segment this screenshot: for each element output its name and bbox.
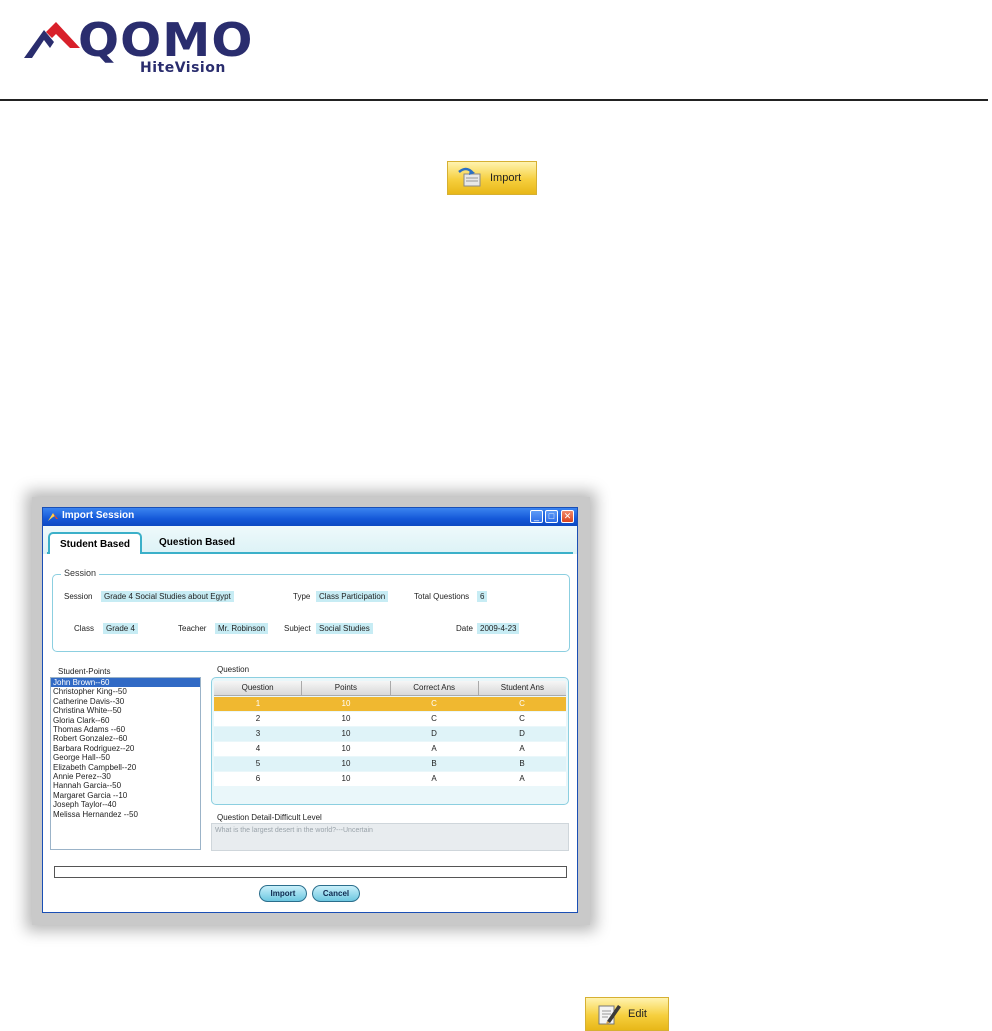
table-cell: B: [519, 759, 525, 768]
table-cell: C: [431, 699, 437, 708]
question-table: Question Points Correct Ans Student Ans …: [211, 677, 569, 805]
type-label: Type: [293, 592, 311, 601]
table-cell: A: [519, 774, 525, 783]
import-toolbar-button[interactable]: Import: [447, 161, 537, 195]
table-cell: 10: [341, 729, 351, 738]
list-item[interactable]: Hannah Garcia--50: [51, 781, 200, 790]
subject-value: Social Studies: [316, 623, 373, 634]
table-cell: 10: [341, 759, 351, 768]
list-item[interactable]: Annie Perez--30: [51, 772, 200, 781]
column-header-correct-ans[interactable]: Correct Ans: [391, 681, 479, 695]
list-item[interactable]: Catherine Davis--30: [51, 697, 200, 706]
column-header-points[interactable]: Points: [302, 681, 391, 695]
table-cell: 10: [341, 714, 351, 723]
import-progress-bar: [54, 866, 567, 878]
logo-mark-icon: [24, 22, 80, 58]
table-row[interactable]: 1 10 C C: [214, 697, 566, 711]
list-item[interactable]: George Hall--50: [51, 753, 200, 762]
logo-subtitle: HiteVision: [140, 60, 226, 76]
import-button[interactable]: Import: [259, 885, 307, 902]
table-cell: 2: [255, 714, 261, 723]
maximize-button[interactable]: □: [545, 510, 558, 523]
qomo-logo: QOMO HiteVision: [22, 13, 262, 76]
total-questions-value: 6: [477, 591, 488, 602]
table-row[interactable]: 5 10 B B: [214, 757, 566, 771]
table-cell: A: [519, 744, 525, 753]
table-cell: B: [431, 759, 437, 768]
column-header-question[interactable]: Question: [214, 681, 303, 695]
question-section-label: Question: [217, 665, 250, 674]
class-value: Grade 4: [103, 623, 138, 634]
list-item[interactable]: Margaret Garcia --10: [51, 791, 200, 800]
table-cell: 1: [255, 699, 261, 708]
total-questions-label: Total Questions: [414, 592, 470, 601]
table-row[interactable]: 4 10 A A: [214, 742, 566, 756]
list-item[interactable]: Gloria Clark--60: [51, 716, 200, 725]
app-icon: [48, 513, 58, 521]
table-cell: 6: [255, 774, 261, 783]
table-cell: D: [519, 729, 525, 738]
date-label: Date: [456, 624, 473, 633]
table-cell: 10: [341, 774, 351, 783]
list-item[interactable]: Melissa Hernandez --50: [51, 810, 200, 819]
student-points-label: Student-Points: [58, 667, 111, 676]
dialog-titlebar[interactable]: Import Session _ □ ✕: [43, 508, 577, 526]
list-item[interactable]: Christina White--50: [51, 706, 200, 715]
table-cell: 10: [341, 699, 351, 708]
date-value: 2009-4-23: [477, 623, 520, 634]
student-points-list[interactable]: John Brown--60 Christopher King--50 Cather…: [50, 677, 201, 850]
session-group: [52, 574, 570, 652]
table-cell: C: [519, 714, 525, 723]
table-cell: 5: [255, 759, 261, 768]
tab-student-based[interactable]: Student Based: [48, 532, 142, 554]
column-header-student-ans[interactable]: Student Ans: [479, 681, 566, 695]
edit-icon: [598, 1005, 621, 1025]
table-row[interactable]: 6 10 A A: [214, 772, 566, 786]
table-cell: 3: [255, 729, 261, 738]
table-cell: A: [431, 774, 437, 783]
edit-toolbar-button[interactable]: Edit: [585, 997, 669, 1031]
list-item[interactable]: Joseph Taylor--40: [51, 800, 200, 809]
list-item[interactable]: Barbara Rodriguez--20: [51, 744, 200, 753]
teacher-value: Mr. Robinson: [215, 623, 269, 634]
header-divider: [0, 99, 988, 101]
table-cell: 4: [255, 744, 261, 753]
import-toolbar-label: Import: [490, 172, 522, 184]
dialog-title: Import Session: [62, 510, 135, 521]
session-value: Grade 4 Social Studies about Egypt: [101, 591, 234, 602]
table-cell: 10: [341, 744, 351, 753]
list-item[interactable]: Elizabeth Campbell--20: [51, 763, 200, 772]
close-button[interactable]: ✕: [561, 510, 574, 523]
list-item[interactable]: Robert Gonzalez--60: [51, 734, 200, 743]
table-row[interactable]: 2 10 C C: [214, 712, 566, 726]
table-cell: D: [431, 729, 437, 738]
edit-toolbar-label: Edit: [628, 1008, 647, 1020]
import-session-dialog: Import Session _ □ ✕ Student Based Quest…: [42, 507, 578, 913]
type-value: Class Participation: [316, 591, 389, 602]
teacher-label: Teacher: [178, 624, 207, 633]
table-row[interactable]: 3 10 D D: [214, 727, 566, 741]
table-cell: A: [431, 744, 437, 753]
list-item[interactable]: Christopher King--50: [51, 687, 200, 696]
table-cell: C: [519, 699, 525, 708]
table-cell: C: [431, 714, 437, 723]
question-detail-field[interactable]: What is the largest desert in the world?…: [211, 823, 569, 851]
question-detail-label: Question Detail-Difficult Level: [217, 813, 322, 822]
class-label: Class: [74, 624, 95, 633]
minimize-button[interactable]: _: [530, 510, 543, 523]
import-icon: [458, 167, 481, 187]
cancel-button[interactable]: Cancel: [312, 885, 360, 902]
subject-label: Subject: [284, 624, 311, 633]
list-item[interactable]: Thomas Adams --60: [51, 725, 200, 734]
session-group-legend: Session: [61, 568, 100, 578]
list-item[interactable]: John Brown--60: [51, 678, 200, 688]
question-table-header: Question Points Correct Ans Student Ans: [214, 681, 566, 696]
session-label: Session: [64, 592, 93, 601]
tab-question-based[interactable]: Question Based: [147, 532, 247, 554]
